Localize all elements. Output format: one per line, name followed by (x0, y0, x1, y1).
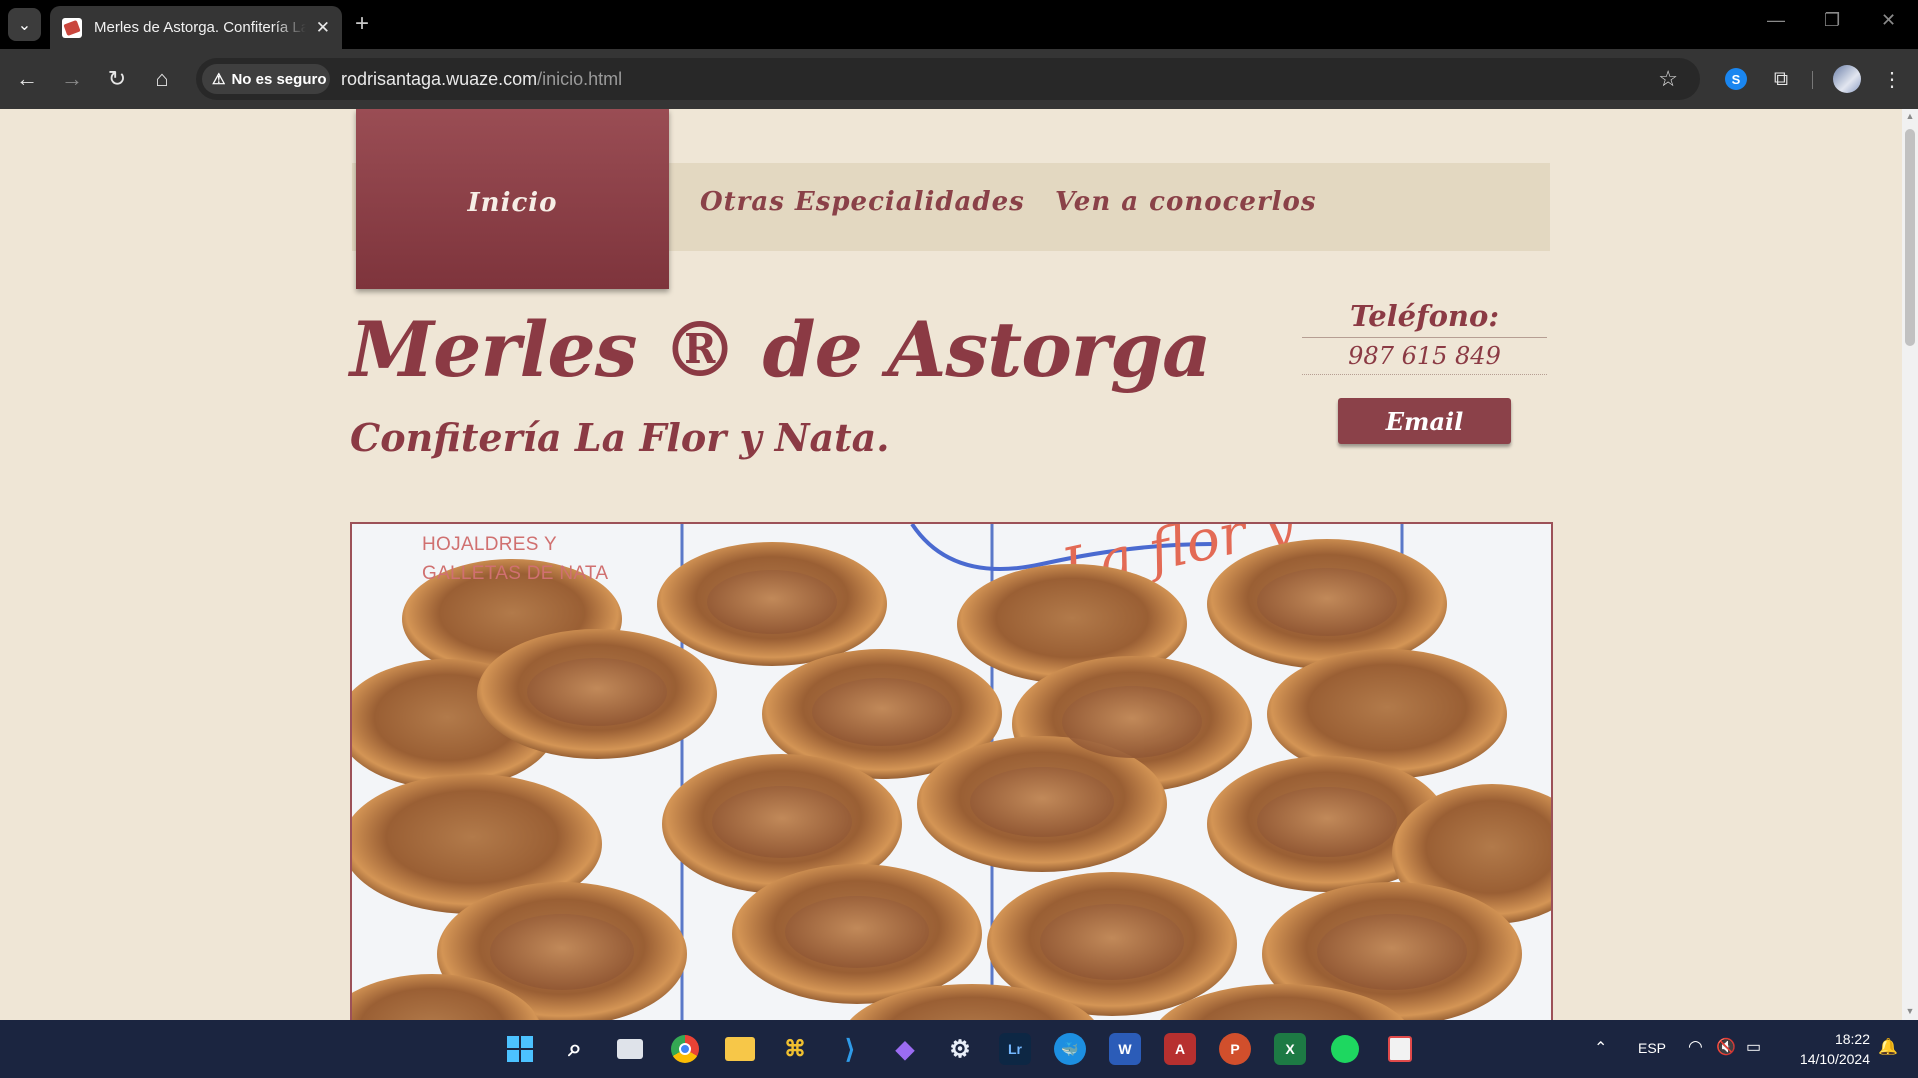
forward-arrow-icon[interactable]: → (57, 64, 87, 94)
wifi-icon[interactable]: ◠ (1688, 1037, 1703, 1057)
scrollbar-thumb[interactable] (1905, 129, 1915, 346)
spotify-icon[interactable] (1329, 1033, 1361, 1065)
nav-item-ven-a-conocerlos[interactable]: Ven a conocerlos (1055, 187, 1317, 217)
close-window-button[interactable]: ✕ (1881, 10, 1896, 31)
clock-date: 14/10/2024 (1799, 1051, 1870, 1067)
hero-image: La flor y HOJALDRES Y GALLETAS DE NATA (350, 522, 1553, 1020)
chevron-down-icon: ⌄ (17, 16, 32, 34)
system-clock[interactable]: 18:22 14/10/2024 (1780, 1029, 1870, 1069)
nav-item-label: Inicio (467, 188, 558, 218)
url-host: rodrisantaga.wuaze.com (341, 69, 538, 89)
file-explorer-icon[interactable] (724, 1033, 756, 1065)
url-path: /inicio.html (537, 69, 623, 89)
browser-toolbar: ← → ↻ ⌂ ⚠ No es seguro rodrisantaga.wuaz… (0, 49, 1918, 109)
browser-tab-active[interactable]: Merles de Astorga. Confitería La Flor y … (50, 6, 342, 49)
word-icon[interactable]: W (1109, 1033, 1141, 1065)
web-page: Inicio Otras Especialidades Ven a conoce… (0, 109, 1902, 1020)
shazam-extension-icon[interactable]: S (1722, 65, 1750, 93)
windows-taskbar: ⌕ ⌘ ⟩ ◆ ⚙ Lr 🐳 W A P X ⌃ ESP ◠ 🔇 ▭ 18:22… (0, 1020, 1918, 1078)
address-bar[interactable]: ⚠ No es seguro rodrisantaga.wuaze.com/in… (196, 58, 1700, 100)
powerpoint-icon[interactable]: P (1219, 1033, 1251, 1065)
docker-icon[interactable]: 🐳 (1054, 1033, 1086, 1065)
toolbar-divider (1812, 71, 1813, 89)
bookmark-star-icon[interactable]: ☆ (1658, 66, 1678, 92)
url-text[interactable]: rodrisantaga.wuaze.com/inicio.html (341, 69, 622, 90)
snipping-tool-icon[interactable] (1384, 1033, 1416, 1065)
browser-menu-icon[interactable]: ⋮ (1878, 65, 1906, 93)
security-label: No es seguro (231, 70, 327, 88)
browser-tab-bar: ⌄ Merles de Astorga. Confitería La Flor … (0, 0, 1918, 49)
page-scrollbar[interactable]: ▲ ▼ (1902, 109, 1918, 1020)
home-icon[interactable]: ⌂ (147, 64, 177, 94)
hero-caption-line: HOJALDRES Y (422, 534, 557, 555)
git-icon[interactable]: ⌘ (779, 1033, 811, 1065)
minimize-window-button[interactable]: — (1767, 10, 1785, 31)
clock-time: 18:22 (1834, 1031, 1870, 1047)
volume-muted-icon[interactable]: 🔇 (1716, 1037, 1736, 1057)
scroll-down-arrow-icon[interactable]: ▼ (1905, 1006, 1915, 1016)
email-button[interactable]: Email (1338, 398, 1511, 444)
security-indicator[interactable]: ⚠ No es seguro (202, 64, 330, 94)
site-title: Merles ® de Astorga (350, 305, 1211, 394)
access-icon[interactable]: A (1164, 1033, 1196, 1065)
back-arrow-icon[interactable]: ← (12, 64, 42, 94)
task-view-icon[interactable] (614, 1033, 646, 1065)
hero-caption: HOJALDRES Y GALLETAS DE NATA (422, 530, 608, 588)
site-favicon-icon (62, 17, 82, 38)
start-icon[interactable] (504, 1033, 536, 1065)
notification-bell-icon[interactable]: 🔔 (1878, 1037, 1898, 1057)
search-icon[interactable]: ⌕ (559, 1033, 591, 1065)
obsidian-icon[interactable]: ◆ (889, 1033, 921, 1065)
avatar (1833, 65, 1861, 93)
phone-number: 987 615 849 (1302, 338, 1547, 375)
profile-avatar[interactable] (1833, 65, 1861, 93)
nav-item-otras-especialidades[interactable]: Otras Especialidades (700, 187, 1025, 217)
chevron-up-icon[interactable]: ⌃ (1594, 1038, 1607, 1058)
site-tagline: Confitería La Flor y Nata. (350, 415, 890, 460)
language-indicator[interactable]: ESP (1638, 1040, 1666, 1056)
battery-icon[interactable]: ▭ (1746, 1037, 1761, 1057)
tab-title: Merles de Astorga. Confitería La Flor y … (94, 19, 306, 36)
pastries-photo: La flor y (352, 524, 1551, 1020)
scroll-up-arrow-icon[interactable]: ▲ (1905, 111, 1915, 121)
hero-caption-line: GALLETAS DE NATA (422, 563, 609, 584)
lightroom-icon[interactable]: Lr (999, 1033, 1031, 1065)
tab-search-button[interactable]: ⌄ (8, 8, 41, 41)
phone-label: Teléfono: (1302, 299, 1547, 338)
reload-icon[interactable]: ↻ (102, 64, 132, 94)
contact-box: Teléfono: 987 615 849 (1302, 299, 1547, 375)
restore-window-button[interactable]: ❐ (1824, 10, 1840, 31)
steam-icon[interactable]: ⚙ (944, 1033, 976, 1065)
nav-item-inicio[interactable]: Inicio (356, 109, 669, 289)
vscode-icon[interactable]: ⟩ (834, 1033, 866, 1065)
excel-icon[interactable]: X (1274, 1033, 1306, 1065)
new-tab-button[interactable]: + (355, 10, 369, 38)
chrome-icon[interactable] (669, 1033, 701, 1065)
close-tab-icon[interactable]: ✕ (316, 18, 330, 38)
warning-triangle-icon: ⚠ (212, 71, 226, 88)
extensions-puzzle-icon[interactable]: ⧉ (1767, 65, 1795, 93)
